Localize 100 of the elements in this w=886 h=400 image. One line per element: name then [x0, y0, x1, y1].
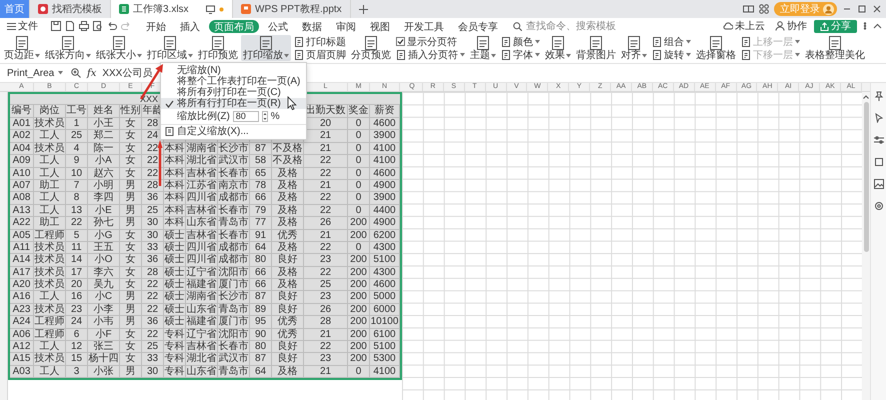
- table-cell: 30: [142, 230, 164, 242]
- table-cell: 22: [142, 304, 164, 316]
- ribbon-tab[interactable]: 公式: [263, 20, 293, 32]
- table-cell: 80: [250, 341, 272, 354]
- ribbon-tab[interactable]: 页面布局: [209, 20, 259, 32]
- table-cell: 女: [120, 279, 142, 292]
- avatar-icon: [823, 4, 834, 14]
- search-field[interactable]: 查找命令、搜索模板: [513, 20, 626, 32]
- table-cell: 16: [66, 291, 88, 304]
- table-cell: 80: [250, 254, 272, 267]
- menu-item[interactable]: 无缩放(N): [161, 65, 306, 76]
- close-icon: [872, 4, 882, 14]
- ribbon-button[interactable]: 纸张方向: [43, 35, 93, 61]
- ribbon-tab[interactable]: 会员专享: [453, 20, 503, 32]
- ribbon-button[interactable]: 打印预览: [196, 35, 240, 61]
- scroll-thumb[interactable]: [864, 102, 868, 252]
- ribbon-button[interactable]: 效果: [543, 35, 573, 61]
- ribbon-button[interactable]: 背景图片: [574, 35, 618, 61]
- table-cell: 湖北省: [186, 353, 218, 366]
- ribbon-tab[interactable]: 开发工具: [399, 20, 449, 32]
- share-button[interactable]: 分享: [814, 20, 857, 32]
- monitor-icon: [206, 4, 215, 14]
- table-cell: 女: [120, 130, 142, 143]
- image-icon: [874, 179, 884, 189]
- table-cell: 30: [142, 217, 164, 230]
- menu-item[interactable]: 将所有行打印在一页(R): [161, 98, 306, 109]
- table-cell: A14: [10, 254, 34, 267]
- table-cell: 女: [120, 230, 142, 242]
- table-cell: 22: [142, 279, 164, 292]
- table-cell: 男: [120, 304, 142, 316]
- table-cell: 硕士: [164, 279, 186, 292]
- table-cell: 64: [250, 242, 272, 254]
- ribbon-button[interactable]: 页边距: [2, 35, 42, 61]
- sliders-icon: [874, 135, 884, 145]
- table-cell: A16: [10, 291, 34, 304]
- ribbon-button[interactable]: 组合: [650, 35, 693, 48]
- table-cell: 5: [66, 230, 88, 242]
- ribbon-tab[interactable]: 审阅: [331, 20, 361, 32]
- page-icon: [259, 36, 273, 50]
- page-icon: [165, 127, 174, 136]
- table-cell: 湖北省: [186, 155, 218, 168]
- ribbon-button[interactable]: 分页预览: [349, 35, 393, 61]
- spinner-icon[interactable]: [262, 110, 268, 122]
- table-cell: 专科: [164, 366, 186, 378]
- table-cell: 男: [120, 291, 142, 304]
- ribbon-button[interactable]: 主题: [468, 35, 498, 61]
- zoom-field[interactable]: 80: [232, 110, 259, 122]
- function-button[interactable]: fx: [87, 68, 96, 78]
- page-icon: [741, 50, 751, 60]
- ribbon-button[interactable]: 纸张大小: [94, 35, 144, 61]
- ribbon-button[interactable]: 表格整理美化: [803, 35, 867, 61]
- page-icon: [163, 36, 177, 50]
- table-cell: 25: [304, 279, 348, 292]
- table-cell: 成都市: [218, 192, 250, 205]
- table-cell: 助工: [34, 180, 66, 192]
- table-cell: 200: [348, 279, 370, 292]
- cloud-button[interactable]: 未上云: [720, 20, 768, 32]
- table-cell: 李四: [88, 192, 120, 205]
- page-icon: [652, 36, 662, 46]
- file-menu[interactable]: 文件: [4, 20, 41, 32]
- column-title: 薪资: [370, 105, 400, 118]
- page-icon: [61, 36, 75, 50]
- ribbon-button[interactable]: 打印区域: [145, 35, 195, 61]
- table-cell: 0: [348, 130, 370, 143]
- table-cell: 女: [120, 118, 142, 130]
- ribbon-button[interactable]: 选择窗格: [694, 35, 738, 61]
- table-cell: 79: [250, 204, 272, 218]
- document-tab[interactable]: 工作簿3.xlsx: [111, 0, 233, 18]
- ribbon-button[interactable]: 字体: [499, 48, 542, 61]
- formula-field[interactable]: XXX公司员: [102, 66, 152, 80]
- table-cell: 长沙市: [218, 291, 250, 304]
- template-icon: [38, 4, 48, 14]
- ribbon-button[interactable]: 颜色: [499, 35, 542, 48]
- checkbox[interactable]: 显示分页符: [394, 35, 467, 48]
- ribbon-button[interactable]: 插入分页符: [394, 48, 467, 61]
- ribbon-button[interactable]: 对齐: [619, 35, 649, 61]
- table-cell: 四川省: [186, 192, 218, 205]
- ribbon-tab[interactable]: 数据: [297, 20, 327, 32]
- table-cell: 专科: [164, 328, 186, 342]
- table-cell: A23: [10, 304, 34, 316]
- table-cell: A13: [10, 204, 34, 218]
- table-cell: 64: [250, 366, 272, 378]
- ribbon-tab[interactable]: 开始: [141, 20, 171, 32]
- ribbon-button[interactable]: 打印缩放: [241, 35, 291, 61]
- table-cell: 22: [304, 204, 348, 218]
- ribbon-button[interactable]: 打印标题: [292, 35, 348, 48]
- ribbon-tab[interactable]: 插入: [175, 20, 205, 32]
- table-cell: 男: [120, 192, 142, 205]
- table-cell: 6: [66, 328, 88, 342]
- collaborate-button[interactable]: 协作: [772, 20, 810, 32]
- ribbon-tab[interactable]: 视图: [365, 20, 395, 32]
- ribbon-button[interactable]: 页眉页脚: [292, 48, 348, 61]
- table-cell: 硕士: [164, 254, 186, 267]
- name-box[interactable]: Print_Area: [5, 66, 65, 80]
- table-cell: 良好: [272, 341, 304, 354]
- menu-item[interactable]: 自定义缩放(X)...: [161, 126, 306, 137]
- menu-item[interactable]: 将整个工作表打印在一页(A): [161, 76, 306, 87]
- table-cell: A02: [10, 130, 34, 143]
- table-cell: 4600: [370, 279, 400, 292]
- ribbon-button[interactable]: 旋转: [650, 48, 693, 61]
